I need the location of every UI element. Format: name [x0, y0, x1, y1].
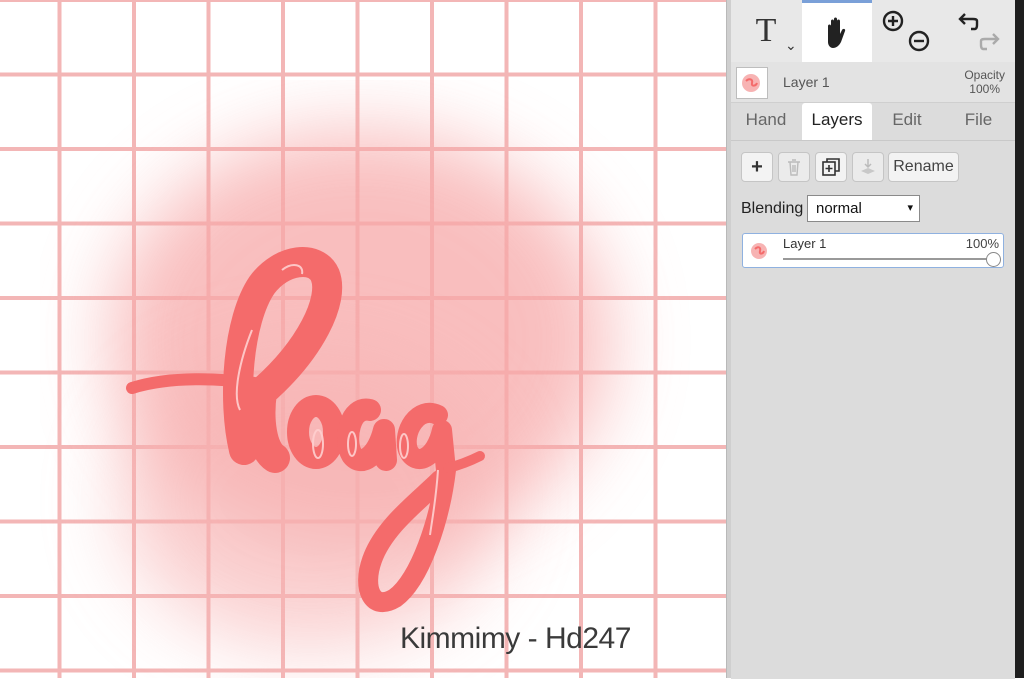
window-edge — [1015, 0, 1024, 678]
lettering-artwork — [126, 247, 485, 612]
tab-edit[interactable]: Edit — [872, 103, 942, 140]
trash-icon — [788, 159, 800, 176]
blending-label: Blending — [741, 200, 804, 217]
opacity-value: 100% — [969, 82, 1000, 96]
drawing-canvas[interactable]: Kimmimy - Hd247 — [0, 0, 726, 678]
rename-layer-button[interactable]: Rename — [888, 152, 959, 182]
chevron-down-icon[interactable]: ⌄ — [785, 38, 797, 54]
text-tool-icon: T — [755, 12, 777, 49]
artist-watermark: Kimmimy - Hd247 — [400, 622, 631, 655]
current-layer-bar: Layer 1 Opacity 100% — [731, 62, 1015, 103]
undo-icon[interactable] — [957, 13, 978, 31]
zoom-out-icon[interactable] — [908, 30, 930, 52]
history-controls — [942, 0, 1015, 62]
layers-pane: + Rename Blending normal ▾ Layer 1 100% — [731, 140, 1015, 679]
plus-icon: + — [751, 155, 763, 178]
layer-row-opacity: 100% — [965, 236, 999, 251]
layer-thumbnail[interactable] — [736, 67, 768, 99]
chevron-down-icon: ▾ — [907, 202, 913, 214]
redo-icon[interactable] — [979, 33, 1000, 51]
blending-mode-select[interactable]: normal ▾ — [807, 195, 920, 222]
duplicate-icon — [822, 158, 840, 176]
opacity-readout[interactable]: Opacity 100% — [964, 68, 1005, 96]
add-layer-button[interactable]: + — [741, 152, 773, 182]
layer-row-name: Layer 1 — [783, 236, 827, 251]
tab-hand[interactable]: Hand — [731, 103, 801, 140]
merge-down-button[interactable] — [852, 152, 884, 182]
merge-down-icon — [861, 159, 875, 174]
tab-layers[interactable]: Layers — [802, 103, 872, 140]
zoom-controls — [872, 0, 942, 62]
tool-panel: T ⌄ Layer 1 Opacity 100% Hand Layers Edi… — [731, 0, 1015, 679]
layer-name: Layer 1 — [783, 74, 830, 90]
layer-row[interactable]: Layer 1 100% — [742, 233, 1004, 268]
blending-mode-value: normal — [816, 200, 862, 217]
toolbar: T ⌄ — [731, 0, 1015, 63]
layer-opacity-slider[interactable] — [783, 258, 993, 260]
tab-file[interactable]: File — [942, 103, 1015, 140]
zoom-in-icon[interactable] — [882, 10, 904, 32]
layer-opacity-slider-handle[interactable] — [986, 252, 1001, 267]
text-tool-button[interactable]: T ⌄ — [731, 0, 801, 62]
duplicate-layer-button[interactable] — [815, 152, 847, 182]
layer-row-thumbnail — [747, 238, 773, 264]
hand-tool-button[interactable] — [802, 0, 872, 62]
hand-tool-icon — [828, 17, 846, 48]
delete-layer-button[interactable] — [778, 152, 810, 182]
opacity-label: Opacity — [964, 68, 1005, 82]
panel-tabs: Hand Layers Edit File — [731, 103, 1015, 140]
